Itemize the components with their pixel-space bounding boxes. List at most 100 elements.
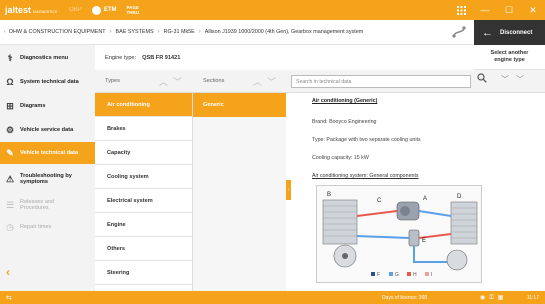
list-item-label: Generic [203,102,224,108]
sidebar-item-vehicle-technical-data[interactable]: ✎ Vehicle technical data [0,142,95,164]
system-data-icon: Ω [6,77,14,87]
wifi-icon: ◉⚿▦ [480,294,508,301]
search-icon[interactable] [477,73,487,86]
chevron-up-down-icon[interactable]: ︿﹀ [253,75,281,88]
list-item[interactable]: Electrical system [95,189,192,213]
logo-subtitle: DIAGNOSTICS [33,10,58,14]
chevron-left-icon[interactable]: ‹ [4,29,6,35]
clock-icon: ◷ [6,221,14,232]
minimize-icon[interactable]: — [473,0,497,20]
sections-header-label: Sections [203,78,225,84]
list-item[interactable]: Steering [95,261,192,285]
brand-text: Brand: Booyco Engineering [312,119,377,125]
maximize-icon[interactable]: ☐ [497,0,521,20]
list-item[interactable]: Brakes [95,117,192,141]
troubleshoot-icon: ⚠ [5,173,15,184]
sections-list: Generic [193,93,286,291]
sections-header: Sections ︿﹀ [193,70,287,93]
engine-type-label: Engine type: [105,54,137,61]
sidebar-item-label: Vehicle technical data [20,150,79,156]
wrench-icon: ⚙ [5,124,15,135]
breadcrumb-item[interactable]: OHW & CONSTRUCTION EQUIPMENT [9,29,106,35]
sidebar-item-label: Diagrams [20,103,46,109]
list-item-label: Air conditioning [107,101,150,108]
legend-item: G [395,272,399,278]
tab-page-thru-label: PAGE THRU [126,5,139,15]
engine-type-value: QSB FR 91421 [142,54,181,61]
breadcrumb-separator: › [198,29,201,35]
types-header-label: Types [105,78,120,84]
sidebar-item-label: Vehicle service data [20,127,74,133]
list-item[interactable]: Others [95,237,192,261]
sidebar-item-troubleshooting[interactable]: ⚠ Troubleshooting by symptoms [0,169,95,189]
sidebar-item-diagnostics-menu[interactable]: ⚕ Diagnostics menu [0,51,95,65]
breadcrumb-item[interactable]: BAE SYSTEMS [116,29,154,35]
legend-item: F [377,272,380,278]
sidebar-item-vehicle-service-data[interactable]: ⚙ Vehicle service data [0,123,95,137]
chevron-up-down-icon[interactable]: ︿﹀ [159,75,187,88]
search-input[interactable] [291,75,471,88]
types-header: Types ︿﹀ [95,70,193,93]
air-conditioning-diagram: B C A D E F G H I [316,185,482,283]
arrow-left-icon: ← [482,26,493,39]
list-item[interactable]: Capacity [95,141,192,165]
list-item-label: Others [107,245,126,252]
chevron-left-icon: ‹ [287,187,290,193]
licence-days: Days of licence: 368 [382,294,428,301]
sidebar-item-repair-times: ◷ Repair times [0,220,95,234]
search-bar: ﹀﹀ [287,70,545,93]
disconnect-button[interactable]: ← Disconnect [474,20,545,45]
engine-type-bar: Engine type: QSB FR 91421 [95,45,474,70]
collapse-panel-button[interactable]: ‹ [286,180,291,200]
tools-icon: ✎ [6,147,14,158]
chevron-left-icon[interactable]: ‹ [6,265,10,279]
diagram-label: C [377,198,382,204]
sidebar-item-system-technical-data[interactable]: Ω System technical data [0,72,95,92]
close-icon[interactable]: ✕ [521,0,545,20]
grid-icon[interactable] [449,0,473,20]
sidebar-item-releases-procedures: ☰ Releases and Procedures [0,195,95,215]
select-engine-label: Select another engine type [490,50,529,63]
sidebar-item-label: Repair times [20,224,52,230]
sidebar-item-label: System technical data [20,79,79,85]
capacity-text: Cooling capacity: 15 kW [312,155,369,161]
tab-obp[interactable]: OBP [69,7,82,13]
legend-item: I [431,272,432,278]
diagram-label: D [457,194,462,200]
diagram-label: E [422,238,426,244]
list-item[interactable]: Engine [95,213,192,237]
list-item-label: Cooling system [107,173,149,180]
procedures-icon: ☰ [5,199,15,210]
list-item-label: Capacity [107,149,131,156]
breadcrumb-item[interactable]: Allison J1939 1000/2000 (4th Gen), Gearb… [205,29,364,35]
list-item-label: Engine [107,221,126,228]
status-bar: ⇆ Days of licence: 368 ◉⚿▦ 11:17 [0,291,545,304]
list-item-label: Steering [107,269,130,276]
list-item-label: Brakes [107,125,126,132]
select-engine-button[interactable]: Select another engine type [474,45,545,70]
disconnect-label: Disconnect [500,29,533,36]
system-components-link[interactable]: Air conditioning system: General compone… [312,173,419,179]
list-item[interactable]: Cooling system [95,165,192,189]
legend-item: H [413,272,417,278]
tab-etm[interactable]: ETM [91,5,117,15]
chevron-up-down-icon[interactable]: ﹀﹀ [501,74,531,85]
breadcrumb-item[interactable]: RG-31 Mk5E [164,29,195,35]
window-controls: — ☐ ✕ [449,0,545,20]
tab-etm-label: ETM [103,7,117,13]
sidebar: ⚕ Diagnostics menu Ω System technical da… [0,45,95,291]
diagram-label: B [327,192,331,198]
content-title: Air conditioning (Generic) [312,98,378,104]
tab-page-thru[interactable]: PAGE THRU [126,5,142,15]
list-item[interactable]: Generic [193,93,286,117]
app-logo: jaltest DIAGNOSTICS [5,5,57,15]
etm-icon [91,5,101,15]
list-item[interactable]: Air conditioning [95,93,192,117]
sidebar-item-label: Releases and Procedures [20,199,55,211]
top-bar: jaltest DIAGNOSTICS OBP ETM PAGE THRU — … [0,0,545,20]
breadcrumb-separator: › [157,29,160,35]
breadcrumb: ‹ OHW & CONSTRUCTION EQUIPMENT › BAE SYS… [0,29,363,35]
sidebar-item-diagrams[interactable]: ⊞ Diagrams [0,99,95,113]
route-icon[interactable] [452,25,466,39]
tab-obp-label: OBP [69,7,82,13]
